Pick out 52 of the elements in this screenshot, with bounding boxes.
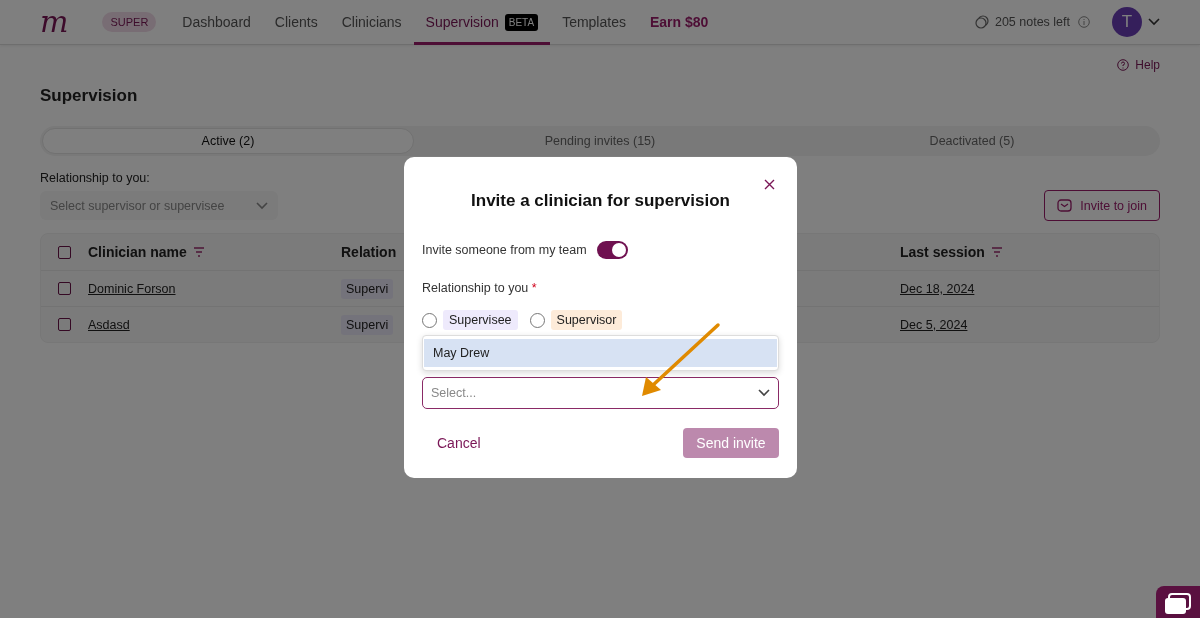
beta-badge: BETA [504,13,539,31]
close-icon[interactable] [764,179,775,190]
nav-link[interactable]: Clinicians [329,0,414,45]
column-header: Clinician name [88,244,187,260]
cancel-button[interactable]: Cancel [422,429,496,457]
filter-label: Relationship to you: [40,171,151,185]
chat-icon [1164,593,1192,617]
required-mark: * [531,281,537,295]
nav-link[interactable]: Earn $80 [637,0,721,45]
help-icon[interactable] [1117,59,1130,71]
field-label: Relationship to you [422,281,529,295]
column-header: Relation [341,244,397,260]
relationship-tag: Supervi [341,315,394,335]
plan-badge: SUPER [102,12,157,32]
nav-link[interactable]: Templates [550,0,638,45]
dialog-title: Invite a clinician for supervision [470,191,731,211]
info-icon[interactable] [1078,16,1090,28]
tab[interactable]: Active (2) [42,128,414,154]
nav-link[interactable]: Supervision BETA [413,0,551,45]
clinician-select[interactable]: Select... [422,377,779,409]
toggle-switch[interactable] [596,241,628,259]
checkbox[interactable] [58,282,71,295]
relationship-tag: Supervi [341,279,394,299]
page-title: Supervision [40,86,139,106]
envelope-icon [1057,199,1073,212]
chevron-down-icon [758,389,770,397]
logo[interactable]: m [40,7,69,37]
help-link[interactable]: Help [1135,58,1160,72]
nav-link[interactable]: Dashboard [170,0,263,45]
notes-icon [974,15,989,29]
checkbox[interactable] [58,318,71,331]
notes-left-count: 205 notes left [994,15,1070,29]
clinician-link[interactable]: Dominic Forson [88,282,176,296]
nav-link[interactable]: Clients [262,0,330,45]
invite-to-join-button[interactable]: Invite to join [1044,190,1160,221]
session-date-link[interactable]: Dec 18, 2024 [900,282,975,296]
sort-icon[interactable] [990,247,1003,257]
chat-widget-button[interactable] [1156,586,1200,618]
clinician-link[interactable]: Asdasd [88,318,130,332]
column-header: Last session [900,244,985,260]
sort-icon[interactable] [192,247,205,257]
relationship-option[interactable]: Supervisor [550,310,623,330]
toggle-label: Invite someone from my team [422,243,587,257]
dropdown-option[interactable]: May Drew [424,339,777,367]
relationship-option[interactable]: Supervisee [443,310,518,330]
avatar[interactable]: T [1112,7,1142,37]
caret-icon [1148,18,1160,26]
tab[interactable]: Deactivated (5) [786,128,1158,154]
tab[interactable]: Pending invites (15) [414,128,786,154]
session-date-link[interactable]: Dec 5, 2024 [900,318,968,332]
chevron-down-icon [256,201,268,210]
checkbox[interactable] [58,245,71,259]
